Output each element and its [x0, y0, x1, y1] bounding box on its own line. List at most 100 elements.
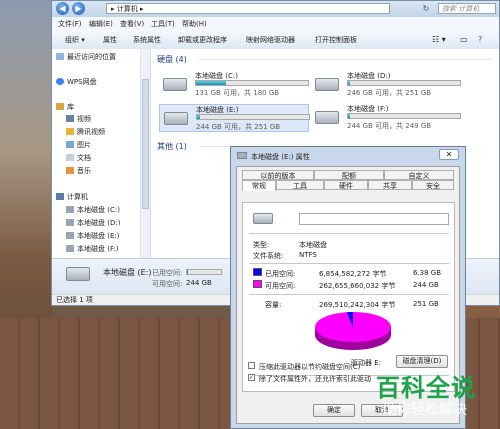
uninstall-program-button[interactable]: 卸载或更改程序	[178, 35, 227, 45]
details-usage-fill	[187, 270, 189, 274]
filesystem-value: NTFS	[299, 251, 317, 259]
compress-checkbox[interactable]	[248, 362, 255, 369]
menu-help[interactable]: 帮助(H)	[182, 19, 207, 29]
hard-drive-icon	[315, 78, 339, 91]
nav-drive-e[interactable]: 本地磁盘 (E:)	[66, 231, 119, 241]
computer-icon	[56, 193, 64, 200]
drive-label-input[interactable]	[299, 213, 449, 225]
open-control-panel-button[interactable]: 打开控制面板	[315, 35, 357, 45]
menu-file[interactable]: 文件(F)	[58, 19, 82, 29]
drive-tile-f[interactable]: 本地磁盘 (F:) 244 GB 可用，共 249 GB	[311, 104, 461, 132]
usage-bar	[196, 114, 310, 120]
used-space-gb: 6.38 GB	[413, 269, 442, 277]
refresh-icon[interactable]: ↻	[420, 3, 432, 14]
properties-button[interactable]: 属性	[103, 35, 117, 45]
tab-quota[interactable]: 配额	[314, 170, 384, 180]
nav-tencent-video[interactable]: 腾讯视频	[66, 127, 105, 137]
tab-hardware[interactable]: 硬件	[324, 180, 368, 190]
hard-disks-header[interactable]: 硬盘 (4)	[157, 54, 187, 65]
tab-security[interactable]: 安全	[412, 180, 454, 190]
search-input[interactable]: 搜索 计算机	[438, 3, 496, 14]
compress-label: 压缩此驱动器以节约磁盘空间(C)	[259, 363, 361, 371]
folder-icon	[66, 128, 74, 135]
free-space-swatch	[253, 280, 262, 288]
help-icon[interactable]: ?	[478, 35, 482, 44]
address-bar-row: ◀ ▶ ▸ 计算机 ▸ ↻ 搜索 计算机	[52, 1, 499, 17]
usage-bar-fill	[196, 81, 227, 85]
status-text: 已选择 1 项	[56, 296, 93, 304]
tab-customize[interactable]: 自定义	[384, 170, 454, 180]
tab-sharing[interactable]: 共享	[368, 180, 412, 190]
hard-drive-icon	[315, 111, 339, 124]
dialog-titlebar[interactable]: 本地磁盘 (E:) 属性 ✕	[231, 147, 465, 166]
details-used-label: 已用空间:	[152, 269, 183, 277]
free-space-label: 可用空间:	[265, 282, 296, 290]
tab-tools[interactable]: 工具	[276, 180, 324, 190]
group-divider	[199, 59, 491, 60]
drive-tile-c[interactable]: 本地磁盘 (C:) 131 GB 可用，共 180 GB	[159, 71, 309, 99]
map-network-drive-button[interactable]: 映射网络驱动器	[246, 35, 295, 45]
drive-icon	[66, 219, 74, 226]
disk-usage-pie-chart	[315, 312, 391, 350]
drive-icon	[66, 245, 74, 252]
scroll-thumb[interactable]	[142, 79, 149, 209]
nav-drive-c[interactable]: 本地磁盘 (C:)	[66, 205, 120, 215]
system-properties-button[interactable]: 系统属性	[133, 35, 161, 45]
nav-wps-cloud[interactable]: WPS网盘	[56, 77, 97, 87]
nav-pictures[interactable]: 图片	[66, 140, 91, 150]
nav-video[interactable]: 视频	[66, 114, 91, 124]
ok-button[interactable]: 确定	[313, 404, 355, 417]
menu-tools[interactable]: 工具(T)	[151, 19, 175, 29]
navigation-pane: 最近访问的位置 WPS网盘 库 视频 腾讯视频 图片 文档 音乐 计算机 本地磁…	[52, 49, 151, 258]
preview-pane-icon[interactable]: ▭	[460, 35, 468, 44]
divider	[249, 263, 449, 264]
disk-cleanup-button[interactable]: 磁盘清理(D)	[396, 355, 448, 368]
documents-folder-icon	[66, 154, 74, 161]
used-space-bytes: 6,854,582,272 字节	[319, 270, 387, 278]
menu-view[interactable]: 查看(V)	[120, 19, 144, 29]
usage-bar-fill	[348, 114, 351, 118]
hard-drive-icon	[164, 112, 188, 125]
nav-scrollbar[interactable]	[140, 49, 150, 258]
drive-tile-d[interactable]: 本地磁盘 (D:) 246 GB 可用，共 251 GB	[311, 71, 461, 99]
other-header[interactable]: 其他 (1)	[157, 141, 187, 152]
details-free-label: 可用空间:	[152, 280, 183, 288]
usage-bar-fill	[348, 81, 351, 85]
tab-previous-versions[interactable]: 以前的版本	[242, 170, 314, 180]
details-drive-name: 本地磁盘 (E:)	[103, 268, 152, 277]
hard-drive-icon	[163, 78, 187, 91]
index-checkbox[interactable]: ✓	[248, 374, 255, 381]
type-value: 本地磁盘	[299, 241, 327, 249]
nav-music[interactable]: 音乐	[66, 166, 91, 176]
back-arrow-icon[interactable]: ◀	[56, 2, 69, 15]
menu-bar: 文件(F) 编辑(E) 查看(V) 工具(T) 帮助(H)	[52, 17, 499, 31]
library-icon	[56, 103, 64, 110]
drive-tile-e[interactable]: 本地磁盘 (E:) 244 GB 可用，共 251 GB	[159, 104, 310, 132]
usage-bar-fill	[197, 115, 201, 119]
organize-button[interactable]: 组织 ▾	[65, 35, 85, 45]
nav-recent-places[interactable]: 最近访问的位置	[56, 52, 116, 62]
forward-arrow-icon[interactable]: ▶	[72, 2, 85, 15]
command-toolbar: 组织 ▾ 属性 系统属性 卸载或更改程序 映射网络驱动器 打开控制面板 ☷ ▾ …	[52, 30, 499, 50]
hard-drive-icon	[253, 213, 273, 224]
usage-bar	[347, 80, 461, 86]
drive-icon	[66, 206, 74, 213]
tab-general[interactable]: 常规	[242, 180, 276, 191]
type-label: 类型:	[253, 241, 270, 249]
dialog-title: 本地磁盘 (E:) 属性	[251, 153, 310, 161]
usage-bar	[195, 80, 309, 86]
nav-drive-d[interactable]: 本地磁盘 (D:)	[66, 218, 120, 228]
address-bar[interactable]: ▸ 计算机 ▸	[106, 3, 390, 14]
pictures-folder-icon	[66, 141, 74, 148]
watermark-slogan: 助你轻松解决	[383, 402, 467, 418]
details-free-value: 244 GB	[186, 279, 212, 287]
view-options-icon[interactable]: ☷ ▾	[432, 35, 446, 44]
nav-computer[interactable]: 计算机	[56, 192, 88, 202]
nav-drive-f[interactable]: 本地磁盘 (F:)	[66, 244, 119, 254]
nav-library[interactable]: 库	[56, 102, 74, 112]
close-icon[interactable]: ✕	[439, 149, 459, 160]
video-folder-icon	[66, 115, 74, 122]
menu-edit[interactable]: 编辑(E)	[89, 19, 113, 29]
nav-documents[interactable]: 文档	[66, 153, 91, 163]
usage-bar	[347, 113, 461, 119]
